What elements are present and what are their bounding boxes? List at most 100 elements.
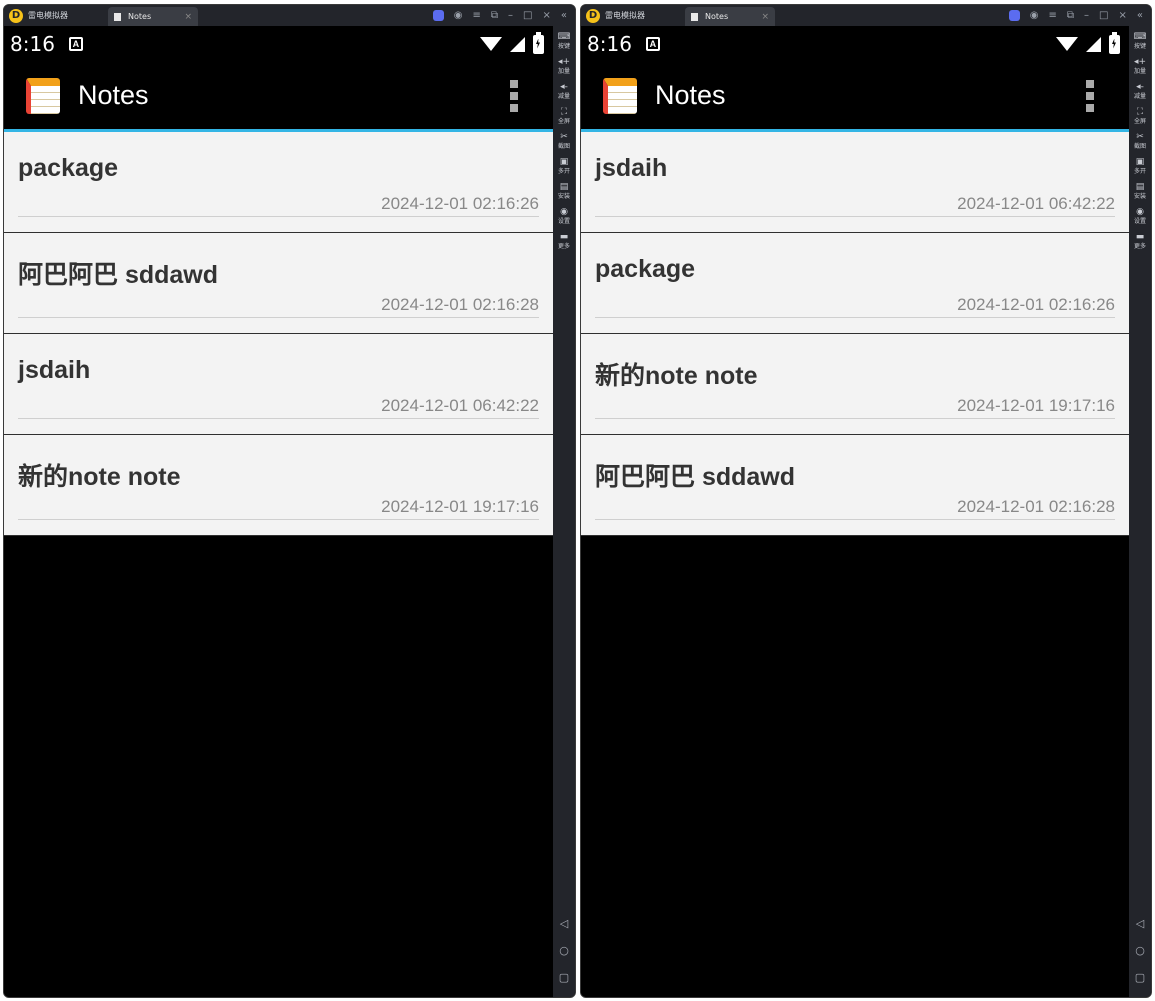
note-timestamp: 2024-12-01 02:16:26 xyxy=(957,295,1115,314)
sidebar-label: 多开 xyxy=(1133,168,1146,175)
note-item[interactable]: 新的note note 2024-12-01 19:17:16 xyxy=(4,435,554,536)
note-item[interactable]: 阿巴阿巴 sddawd 2024-12-01 02:16:28 xyxy=(581,435,1130,536)
emulator-sidebar: ⌨ 按键 ◂+ 加量 ◂- 减量 ⛶ 全屏 ✂ 截图 ▣ 多开 ▤ 安装 ◉ 设置 ▬ 更多 ◁ … xyxy=(1129,26,1151,997)
sidebar-keyboard-button[interactable]: ⌨ 按键 xyxy=(1134,32,1147,51)
tab-notes[interactable]: Notes × xyxy=(108,7,198,26)
settings-icon: ◉ xyxy=(1136,207,1144,217)
sidebar-install-button[interactable]: ▤ 安装 xyxy=(558,182,570,201)
close-icon[interactable]: × xyxy=(1118,10,1126,21)
keyboard-icon: ⌨ xyxy=(1133,32,1147,42)
sidebar-volume-up-button[interactable]: ◂+ 加量 xyxy=(1134,57,1146,76)
keyboard-icon: ⌨ xyxy=(557,32,571,42)
note-item[interactable]: jsdaih 2024-12-01 06:42:22 xyxy=(4,334,554,435)
fullscreen-icon: ⛶ xyxy=(1136,107,1144,117)
emulator-logo-icon: D xyxy=(9,8,23,23)
tab-notes[interactable]: Notes × xyxy=(685,7,775,26)
recents-icon[interactable]: ▢ xyxy=(559,971,569,984)
note-item[interactable]: package 2024-12-01 02:16:26 xyxy=(4,132,554,233)
notepad-app-icon xyxy=(603,77,637,114)
sidebar-keyboard-button[interactable]: ⌨ 按键 xyxy=(558,32,571,51)
home-icon[interactable]: ○ xyxy=(559,944,569,957)
volume-up-icon: ◂+ xyxy=(557,57,571,67)
restore-icon[interactable]: ⧉ xyxy=(1067,10,1074,21)
more-icon: ▬ xyxy=(559,232,569,242)
android-nav: ◁ ○ ▢ xyxy=(1135,917,1145,984)
close-tab-icon[interactable]: × xyxy=(761,12,769,22)
close-icon[interactable]: × xyxy=(542,10,550,21)
back-icon[interactable]: ◁ xyxy=(560,917,568,930)
sidebar-label: 更多 xyxy=(1133,243,1146,250)
note-item[interactable]: 新的note note 2024-12-01 19:17:16 xyxy=(581,334,1130,435)
note-timestamp: 2024-12-01 19:17:16 xyxy=(957,396,1115,415)
sidebar-fullscreen-button[interactable]: ⛶ 全屏 xyxy=(558,107,570,126)
note-item[interactable]: package 2024-12-01 02:16:26 xyxy=(581,233,1130,334)
divider xyxy=(595,216,1115,217)
sidebar-settings-button[interactable]: ◉ 设置 xyxy=(1134,207,1146,226)
sidebar-multi-instance-button[interactable]: ▣ 多开 xyxy=(1134,157,1146,176)
close-tab-icon[interactable]: × xyxy=(184,12,192,22)
phone-screen: 8:16 A Notes package 2024-12-01 02:16:26… xyxy=(4,26,554,997)
battery-charging-icon xyxy=(533,31,544,54)
note-timestamp: 2024-12-01 19:17:16 xyxy=(381,497,539,516)
divider xyxy=(18,216,539,217)
status-time: 8:16 xyxy=(10,32,55,56)
overflow-menu-icon[interactable] xyxy=(1086,79,1094,112)
app-shortcut-icon[interactable] xyxy=(432,10,444,21)
app-title: Notes xyxy=(78,80,149,110)
back-icon[interactable]: ◁ xyxy=(1136,917,1144,930)
sidebar-fullscreen-button[interactable]: ⛶ 全屏 xyxy=(1134,107,1146,126)
restore-icon[interactable]: ⧉ xyxy=(491,10,498,21)
sidebar-volume-down-button[interactable]: ◂- 减量 xyxy=(1134,82,1146,101)
install-icon: ▤ xyxy=(559,182,569,192)
action-bar: Notes xyxy=(581,62,1130,132)
account-icon[interactable]: ◉ xyxy=(454,10,463,21)
minimize-icon[interactable]: – xyxy=(1084,10,1089,21)
minimize-icon[interactable]: – xyxy=(508,10,513,21)
sidebar-screenshot-button[interactable]: ✂ 截图 xyxy=(558,132,570,151)
sidebar-volume-up-button[interactable]: ◂+ 加量 xyxy=(558,57,570,76)
sidebar-more-button[interactable]: ▬ 更多 xyxy=(1134,232,1146,251)
sidebar-volume-down-button[interactable]: ◂- 减量 xyxy=(558,82,570,101)
android-nav: ◁ ○ ▢ xyxy=(559,917,569,984)
sidebar-more-button[interactable]: ▬ 更多 xyxy=(558,232,570,251)
menu-icon[interactable]: ≡ xyxy=(473,10,481,21)
notification-a-icon: A xyxy=(645,37,660,51)
note-timestamp: 2024-12-01 06:42:22 xyxy=(381,396,539,415)
sidebar-install-button[interactable]: ▤ 安装 xyxy=(1134,182,1146,201)
note-item[interactable]: 阿巴阿巴 sddawd 2024-12-01 02:16:28 xyxy=(4,233,554,334)
collapse-sidebar-icon[interactable]: « xyxy=(1137,10,1143,21)
app-shortcut-icon[interactable] xyxy=(1008,10,1020,21)
maximize-icon[interactable]: □ xyxy=(523,10,532,21)
note-title: package xyxy=(595,255,696,283)
divider xyxy=(18,418,539,419)
emulator-window-left: D 雷电模拟器 Notes × ◉ ≡ ⧉ – □ × « 8:16 A Not… xyxy=(3,4,576,998)
note-item[interactable]: jsdaih 2024-12-01 06:42:22 xyxy=(581,132,1130,233)
window-controls: ◉ ≡ ⧉ – □ × « xyxy=(432,10,575,21)
tab-label: Notes xyxy=(705,12,729,21)
menu-icon[interactable]: ≡ xyxy=(1049,10,1057,21)
maximize-icon[interactable]: □ xyxy=(1099,10,1108,21)
recents-icon[interactable]: ▢ xyxy=(1135,971,1145,984)
divider xyxy=(595,317,1115,318)
collapse-sidebar-icon[interactable]: « xyxy=(561,10,567,21)
volume-up-icon: ◂+ xyxy=(1133,57,1147,67)
home-icon[interactable]: ○ xyxy=(1135,944,1145,957)
install-icon: ▤ xyxy=(1135,182,1145,192)
status-bar: 8:16 A xyxy=(4,26,554,62)
account-icon[interactable]: ◉ xyxy=(1030,10,1039,21)
sidebar-label: 加量 xyxy=(557,68,570,75)
sidebar-settings-button[interactable]: ◉ 设置 xyxy=(558,207,570,226)
settings-icon: ◉ xyxy=(560,207,568,217)
sidebar-multi-instance-button[interactable]: ▣ 多开 xyxy=(558,157,570,176)
wifi-icon xyxy=(480,37,502,51)
overflow-menu-icon[interactable] xyxy=(510,79,518,112)
sidebar-screenshot-button[interactable]: ✂ 截图 xyxy=(1134,132,1146,151)
note-timestamp: 2024-12-01 02:16:28 xyxy=(381,295,539,314)
divider xyxy=(595,418,1115,419)
emulator-logo-icon: D xyxy=(586,8,600,23)
volume-down-icon: ◂- xyxy=(560,82,568,92)
sidebar-label: 全屏 xyxy=(557,118,570,125)
note-list: package 2024-12-01 02:16:26 阿巴阿巴 sddawd … xyxy=(4,132,554,536)
screenshot-icon: ✂ xyxy=(560,132,568,142)
tab-label: Notes xyxy=(128,12,152,21)
